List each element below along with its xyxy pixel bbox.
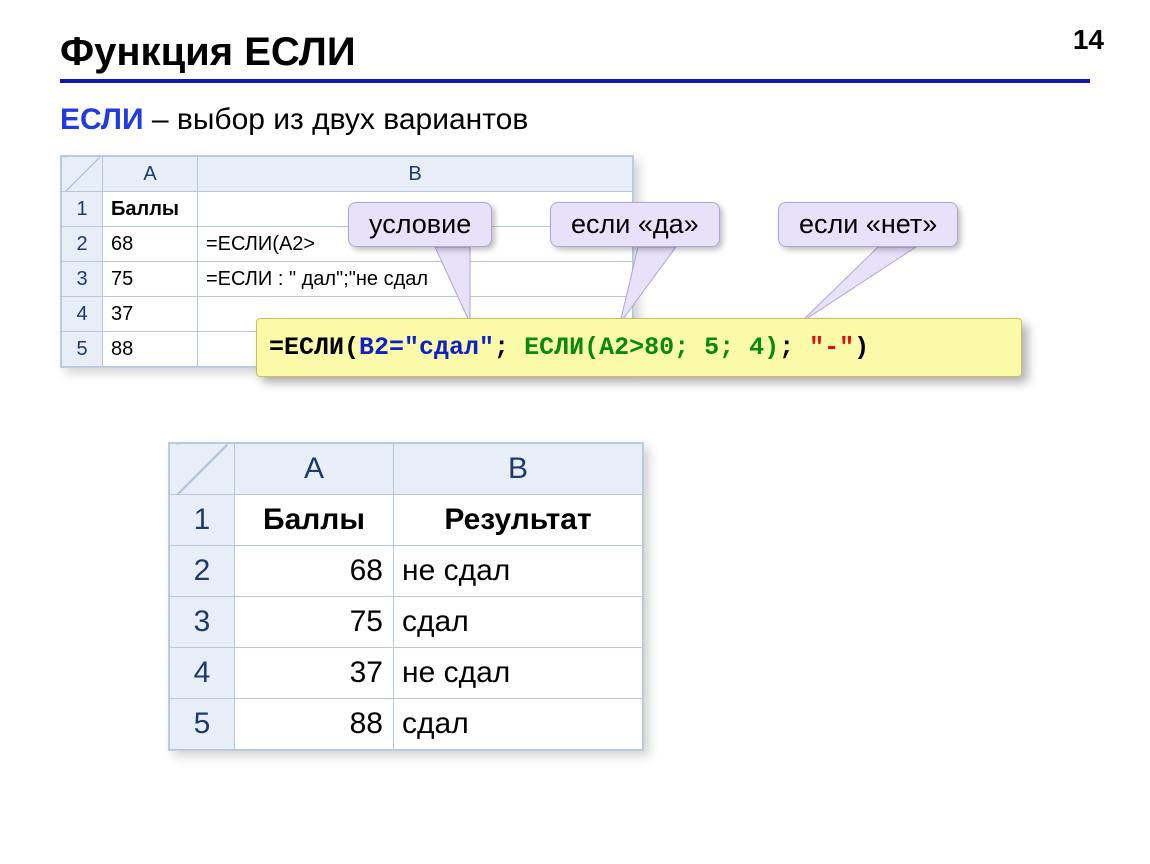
callout-if-no: если «нет» [778, 202, 958, 247]
slide-title: Функция ЕСЛИ [60, 30, 1090, 75]
cell: 37 [103, 297, 198, 332]
row-header: 2 [170, 546, 235, 597]
cell: 88 [103, 332, 198, 367]
row-header: 5 [62, 332, 103, 367]
row-header: 1 [170, 495, 235, 546]
col-header-b: B [198, 157, 633, 192]
cell: сдал [394, 597, 643, 648]
row-header: 2 [62, 227, 103, 262]
cell: 37 [235, 648, 394, 699]
select-all-corner [62, 157, 103, 192]
formula-sep: ; [779, 333, 809, 362]
formula-close: ) [854, 333, 869, 362]
formula-condition: B2="сдал" [359, 333, 494, 362]
row-header: 4 [170, 648, 235, 699]
formula-if-no: "-" [809, 333, 854, 362]
row-header: 3 [170, 597, 235, 648]
col-header-b: B [394, 444, 643, 495]
cell-header: Баллы [235, 495, 394, 546]
col-header-a: A [103, 157, 198, 192]
cell: не сдал [394, 648, 643, 699]
select-all-corner [170, 444, 235, 495]
formula-sep: ; [494, 333, 524, 362]
callout-condition: условие [348, 202, 492, 247]
subtitle: ЕСЛИ – выбор из двух вариантов [60, 103, 1090, 137]
formula-if-yes: ЕСЛИ(A2>80; 5; 4) [524, 333, 779, 362]
cell: Баллы [103, 192, 198, 227]
cell-header: Результат [394, 495, 643, 546]
title-rule [60, 79, 1090, 83]
callout-if-yes: если «да» [550, 202, 720, 247]
page-number: 14 [1073, 24, 1104, 56]
bottom-spreadsheet: A B 1 Баллы Результат 2 68 не сдал 3 75 … [169, 443, 643, 750]
col-header-a: A [235, 444, 394, 495]
cell: 75 [235, 597, 394, 648]
cell: 68 [103, 227, 198, 262]
row-header: 1 [62, 192, 103, 227]
row-header: 3 [62, 262, 103, 297]
formula-box: =ЕСЛИ(B2="сдал"; ЕСЛИ(A2>80; 5; 4); "-") [256, 318, 1022, 377]
cell: не сдал [394, 546, 643, 597]
subtitle-text: – выбор из двух вариантов [144, 103, 529, 136]
cell: сдал [394, 699, 643, 750]
row-header: 4 [62, 297, 103, 332]
cell: 68 [235, 546, 394, 597]
row-header: 5 [170, 699, 235, 750]
cell: 75 [103, 262, 198, 297]
formula-prefix: =ЕСЛИ( [269, 333, 359, 362]
cell: =ЕСЛИ : " дал";"не сдал [198, 262, 633, 297]
subtitle-keyword: ЕСЛИ [60, 103, 144, 136]
cell: 88 [235, 699, 394, 750]
